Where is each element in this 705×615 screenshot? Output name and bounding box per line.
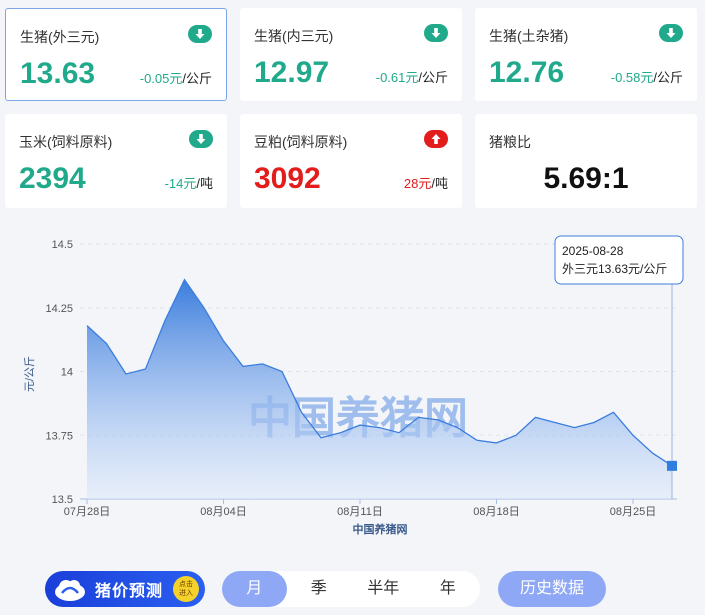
period-selector: 月 季 半年 年 [222, 571, 480, 607]
enter-badge: 点击进入 [173, 576, 199, 602]
period-year[interactable]: 年 [416, 571, 481, 607]
card-title: 生猪(外三元) [20, 29, 100, 45]
x-tick-label: 08月25日 [610, 506, 656, 518]
price-chart[interactable]: 14.5 14.25 14 13.75 13.507月28日 08月04日 08月11日 08… [0, 228, 705, 558]
price-predict-button[interactable]: 猪价预测 点击进入 [45, 571, 205, 607]
card-price: 3092 [254, 162, 321, 195]
pig-grain-ratio: 5.69:1 [543, 162, 629, 195]
card-title: 玉米(饲料原料) [19, 134, 113, 150]
card-title: 生猪(土杂猪) [489, 28, 569, 44]
card-price: 12.97 [254, 56, 330, 89]
y-tick-label: 14 [61, 367, 73, 379]
up-arrow-icon [424, 130, 448, 148]
card-change: -14元/吨 [164, 176, 213, 191]
tooltip-value: 外三元13.63元/公斤 [562, 262, 667, 276]
data-point-marker[interactable] [667, 460, 677, 471]
card-title: 生猪(内三元) [254, 28, 334, 44]
card-price: 2394 [19, 162, 86, 195]
down-arrow-icon [189, 130, 213, 148]
price-card-waisanyuan[interactable]: 生猪(外三元) 13.63 -0.05元/公斤 [5, 8, 227, 101]
y-axis-label: 元/公斤 [23, 356, 36, 392]
bottom-controls: 猪价预测 点击进入 月 季 半年 年 历史数据 [0, 565, 705, 615]
y-tick-label: 13.5 [52, 494, 73, 506]
predict-label: 猪价预测 [95, 583, 164, 600]
card-change: 28元/吨 [403, 176, 448, 191]
y-tick-label: 14.5 [52, 239, 73, 251]
period-quarter[interactable]: 季 [287, 571, 352, 607]
period-month[interactable]: 月 [222, 571, 287, 607]
down-arrow-icon [188, 25, 212, 43]
y-tick-label: 14.25 [45, 303, 73, 315]
price-card-neisanyuan[interactable]: 生猪(内三元) 12.97 -0.61元/公斤 [240, 8, 462, 101]
price-card-soymeal[interactable]: 豆粕(饲料原料) 3092 28元/吨 [240, 114, 462, 208]
chart-tooltip: 2025-08-28 外三元13.63元/公斤 [554, 235, 684, 285]
period-half-year[interactable]: 半年 [351, 571, 416, 607]
card-change: -0.05元/公斤 [139, 71, 212, 86]
card-price: 12.76 [489, 56, 565, 89]
down-arrow-icon [424, 24, 448, 42]
cloud-icon [53, 575, 87, 603]
down-arrow-icon [659, 24, 683, 42]
history-data-button[interactable]: 历史数据 [498, 571, 606, 607]
x-axis-label: 中国养猪网 [353, 522, 408, 536]
card-title: 猪粮比 [489, 134, 531, 150]
x-tick-label: 08月18日 [473, 506, 519, 518]
price-card-tuzazhu[interactable]: 生猪(土杂猪) 12.76 -0.58元/公斤 [475, 8, 697, 101]
x-tick-label: 07月28日 [64, 506, 110, 518]
ratio-card[interactable]: 猪粮比 5.69:1 [475, 114, 697, 208]
card-change: -0.58元/公斤 [610, 70, 683, 85]
series-area [87, 279, 672, 499]
y-tick-label: 13.75 [45, 430, 73, 442]
price-card-corn[interactable]: 玉米(饲料原料) 2394 -14元/吨 [5, 114, 227, 208]
x-tick-label: 08月04日 [200, 506, 246, 518]
card-price: 13.63 [20, 57, 96, 90]
x-tick-label: 08月11日 [337, 506, 383, 518]
card-change: -0.61元/公斤 [375, 70, 448, 85]
card-title: 豆粕(饲料原料) [254, 134, 348, 150]
tooltip-date: 2025-08-28 [562, 244, 624, 258]
